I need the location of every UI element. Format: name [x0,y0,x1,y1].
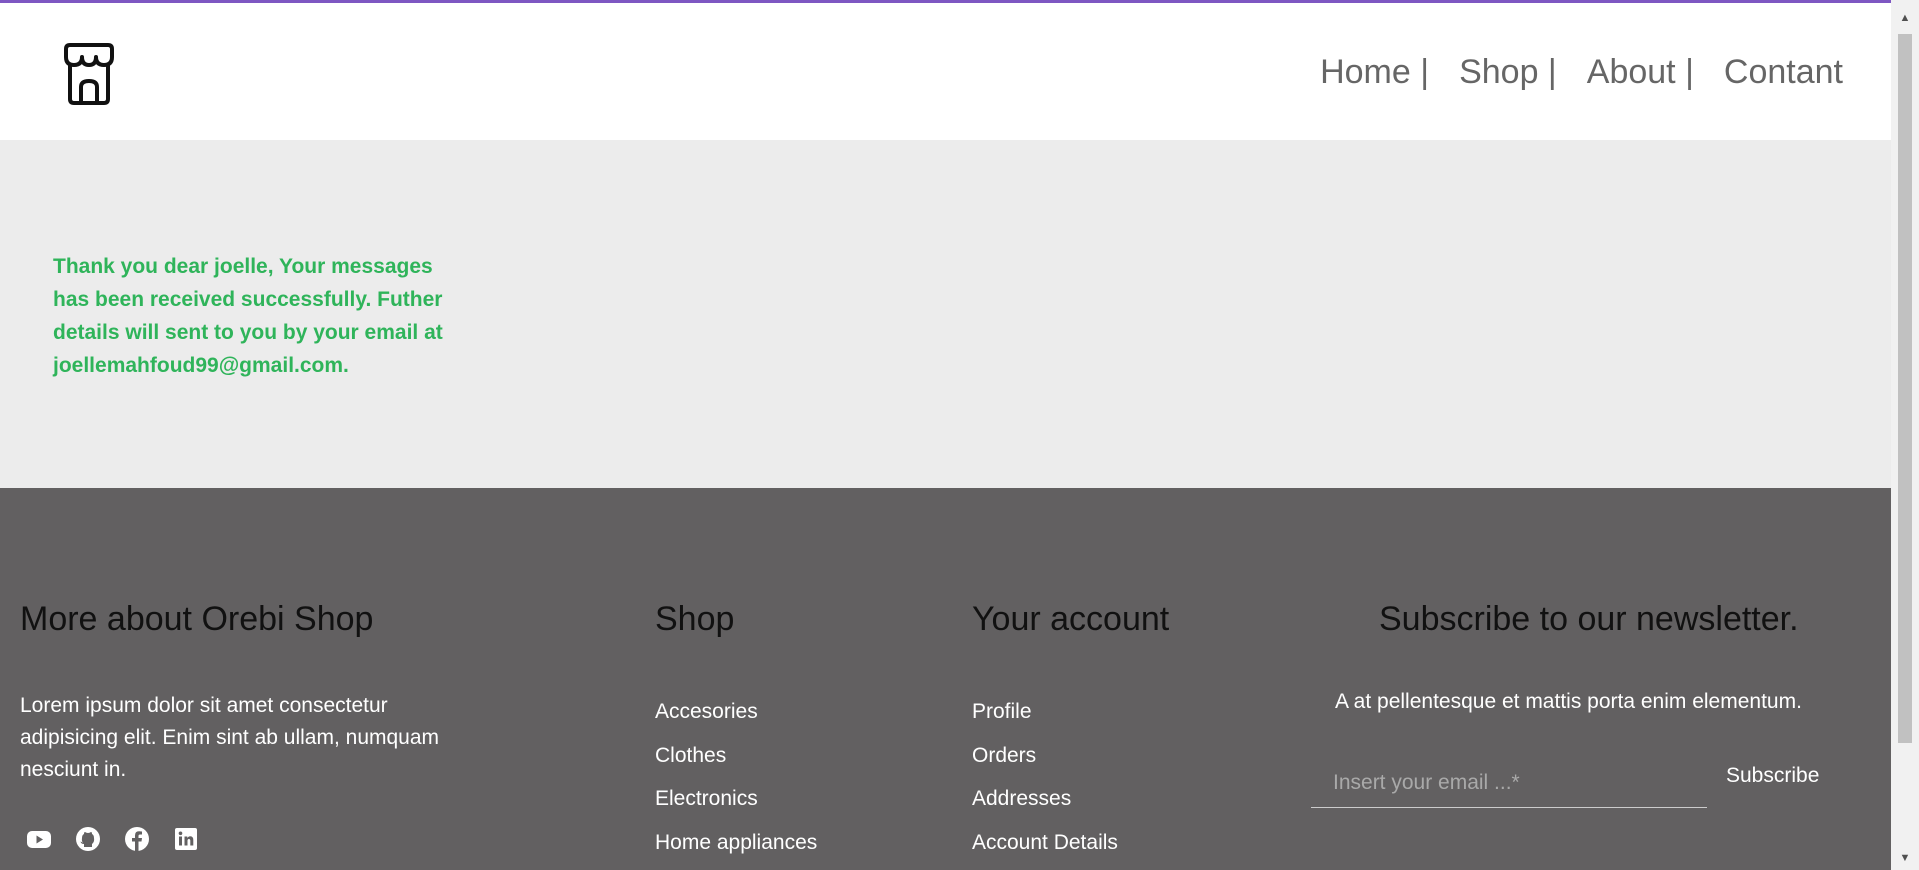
newsletter-title: Subscribe to our newsletter. [1379,600,1799,638]
account-title: Your account [972,600,1170,638]
footer-link-home-appliances[interactable]: Home appliances [655,821,817,865]
social-links [26,826,199,852]
facebook-icon[interactable] [124,826,150,852]
github-icon[interactable] [75,826,101,852]
footer-link-account-details[interactable]: Account Details [972,821,1118,865]
newsletter-description: A at pellentesque et mattis porta enim e… [1335,690,1802,713]
about-text: Lorem ipsum dolor sit amet consectetur a… [20,694,440,781]
account-links: Profile Orders Addresses Account Details [972,690,1118,864]
site-footer: More about Orebi Shop Lorem ipsum dolor … [0,488,1891,870]
scroll-down-arrow-icon[interactable]: ▼ [1891,848,1919,868]
scroll-up-arrow-icon[interactable]: ▲ [1891,8,1919,28]
shop-links: Accesories Clothes Electronics Home appl… [655,690,817,864]
main-nav: Home | Shop | About | Contant [1320,53,1843,92]
subscribe-button[interactable]: Subscribe [1726,764,1819,788]
newsletter-email-input[interactable] [1311,758,1707,808]
footer-link-clothes[interactable]: Clothes [655,734,817,778]
nav-contact[interactable]: Contant [1724,53,1843,92]
footer-link-orders[interactable]: Orders [972,734,1118,778]
footer-link-electronics[interactable]: Electronics [655,777,817,821]
nav-shop[interactable]: Shop | [1459,53,1557,92]
linkedin-icon[interactable] [173,826,199,852]
nav-home[interactable]: Home | [1320,53,1429,92]
page: Home | Shop | About | Contant Thank you … [0,0,1919,870]
about-title: More about Orebi Shop [20,600,374,638]
main-content: Thank you dear joelle, Your messages has… [0,140,1891,488]
youtube-icon[interactable] [26,826,52,852]
shop-title: Shop [655,600,735,638]
footer-link-addresses[interactable]: Addresses [972,777,1118,821]
site-header: Home | Shop | About | Contant [0,3,1891,140]
footer-link-accesories[interactable]: Accesories [655,690,817,734]
storefront-icon[interactable] [58,41,120,107]
success-message: Thank you dear joelle, Your messages has… [53,255,443,377]
scrollbar-thumb[interactable] [1898,34,1912,743]
footer-link-profile[interactable]: Profile [972,690,1118,734]
nav-about[interactable]: About | [1587,53,1694,92]
vertical-scrollbar[interactable]: ▲ ▼ [1891,0,1919,870]
